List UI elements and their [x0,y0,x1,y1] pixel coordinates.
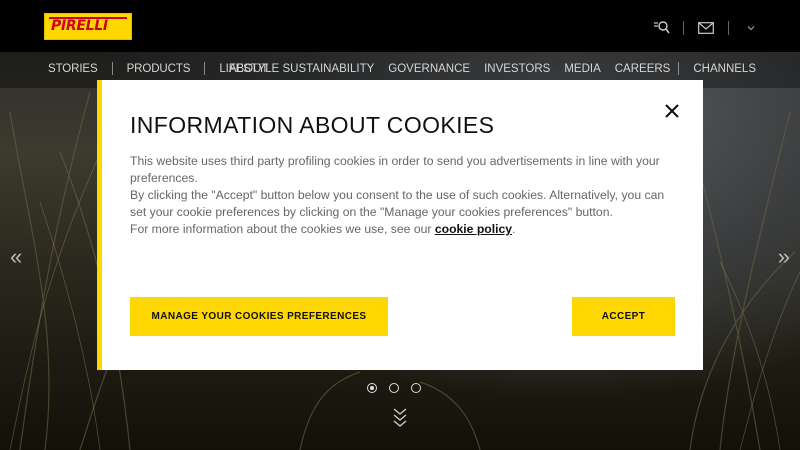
nav-item-careers[interactable]: CAREERS [615,63,671,75]
header-icons [652,18,760,38]
carousel-dot-1[interactable] [367,383,377,393]
nav-divider [204,62,206,75]
search-icon[interactable] [652,19,670,37]
cookie-modal-title: INFORMATION ABOUT COOKIES [130,112,495,138]
carousel-dots [367,383,421,393]
cookie-text-3-suffix: . [512,222,516,236]
cookie-modal: INFORMATION ABOUT COOKIES This website u… [97,80,703,370]
nav-right-group: ABOUT SUSTAINABILITY GOVERNANCE INVESTOR… [215,62,756,75]
nav-item-media[interactable]: MEDIA [564,63,600,75]
header-divider [728,21,729,35]
cookie-text-2: By clicking the "Accept" button below yo… [130,188,665,219]
nav-item-investors[interactable]: INVESTORS [484,63,550,75]
scroll-down-icon[interactable] [392,406,408,433]
nav-divider [678,62,680,75]
cookie-text-3-prefix: For more information about the cookies w… [130,222,435,236]
nav-item-about[interactable]: ABOUT [229,63,269,75]
accept-button[interactable]: ACCEPT [572,297,675,336]
top-bar: PIRELLI [0,0,800,52]
carousel-prev-icon[interactable]: « [10,246,22,268]
nav-item-products[interactable]: PRODUCTS [127,63,191,75]
logo-text: PIRELLI [51,18,108,34]
chevron-down-icon[interactable] [742,19,760,37]
nav-item-governance[interactable]: GOVERNANCE [388,63,470,75]
pirelli-logo[interactable]: PIRELLI [44,13,132,40]
nav-divider [111,62,113,75]
nav-item-channels[interactable]: CHANNELS [693,63,756,75]
manage-cookies-button[interactable]: MANAGE YOUR COOKIES PREFERENCES [130,297,388,336]
cookie-modal-body: This website uses third party profiling … [130,153,680,238]
cookie-text-3: For more information about the cookies w… [130,221,680,238]
nav-item-stories[interactable]: STORIES [48,63,98,75]
mail-icon[interactable] [697,19,715,37]
header-divider [683,21,684,35]
carousel-next-icon[interactable]: » [778,246,790,268]
carousel-dot-3[interactable] [411,383,421,393]
close-icon[interactable] [663,102,681,120]
nav-item-sustainability[interactable]: SUSTAINABILITY [282,63,374,75]
carousel-dot-2[interactable] [389,383,399,393]
cookie-policy-link[interactable]: cookie policy [435,222,512,236]
cookie-text-1: This website uses third party profiling … [130,154,660,185]
